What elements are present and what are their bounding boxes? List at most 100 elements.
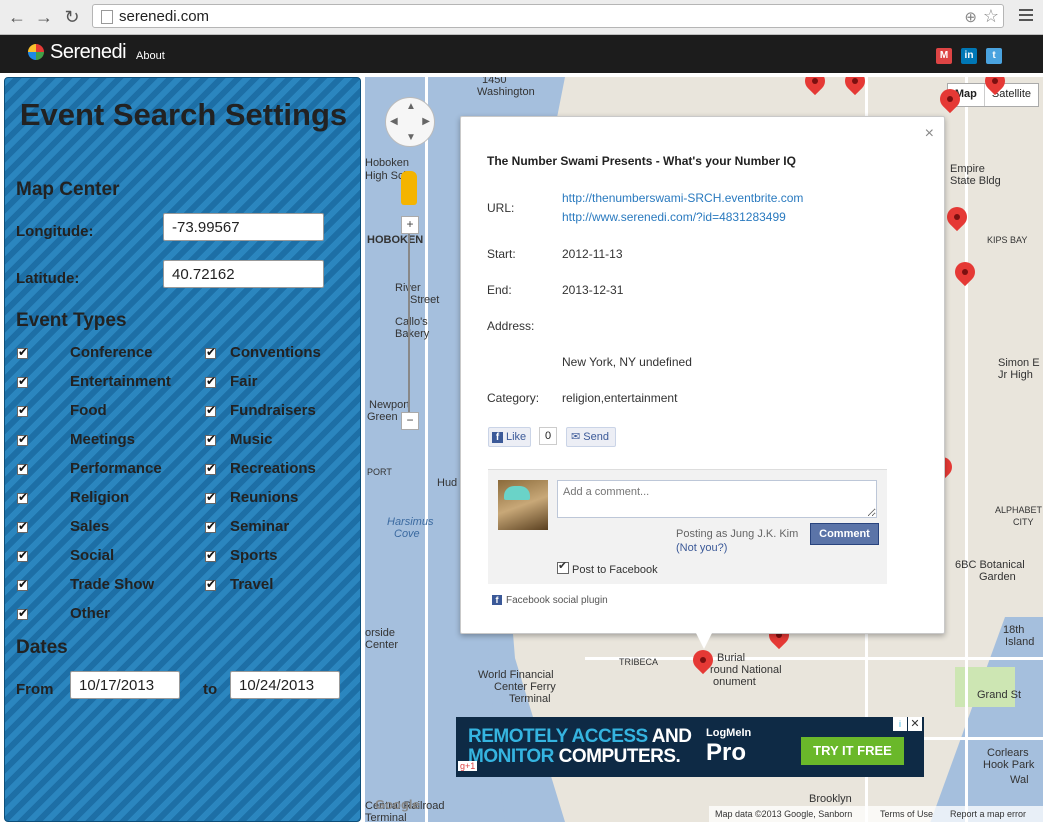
checkbox-social[interactable] (17, 548, 28, 562)
ad-info-icon[interactable]: i (893, 717, 907, 731)
close-icon[interactable]: × (925, 125, 934, 143)
forward-icon[interactable]: → (33, 6, 55, 28)
label-conventions: Conventions (230, 344, 321, 361)
street-view-pegman-icon[interactable] (401, 171, 417, 205)
info-window-pointer (695, 631, 713, 649)
checkbox-entertainment[interactable] (17, 374, 28, 388)
linkedin-icon[interactable]: in (961, 48, 977, 64)
facebook-comments-box: Posting as Jung J.K. Kim (Not you?) Comm… (488, 469, 887, 584)
twitter-icon[interactable]: t (986, 48, 1002, 64)
label-music: Music (230, 431, 273, 448)
facebook-like-button[interactable]: f Like (488, 427, 532, 447)
checkbox-trade-show[interactable] (17, 577, 28, 591)
map-label: Center Ferry (494, 681, 556, 693)
map-label: Empire (950, 163, 985, 175)
send-label: Send (583, 431, 609, 443)
map-label: World Financial (478, 669, 554, 681)
latitude-label: Latitude: (16, 270, 80, 287)
checkbox-conventions[interactable] (205, 345, 216, 359)
checkbox-other[interactable] (17, 606, 28, 620)
map-label: Bakery (395, 328, 430, 340)
map-label: Hook Park (983, 759, 1035, 771)
url-label: URL: (487, 201, 515, 215)
map-label: TRIBECA (619, 657, 659, 667)
map-label: Terminal (365, 812, 407, 822)
gmail-icon[interactable]: M (936, 48, 952, 64)
checkbox-travel[interactable] (205, 577, 216, 591)
checkbox-fair[interactable] (205, 374, 216, 388)
event-marker[interactable] (950, 257, 980, 287)
event-url-link[interactable]: http://thenumberswami-SRCH.eventbrite.co… (562, 191, 803, 205)
label-conference: Conference (70, 344, 153, 361)
pan-left-icon[interactable]: ◀ (390, 116, 398, 127)
map-label: 1450 (482, 77, 507, 86)
google-plus-one-button[interactable]: g+1 (458, 761, 478, 771)
address-value: New York, NY undefined (562, 355, 692, 369)
checkbox-icon[interactable] (557, 559, 569, 574)
map-label: Corlears (987, 747, 1029, 759)
bookmark-star-icon[interactable]: ☆ (983, 6, 999, 27)
map-label: Simon E (998, 357, 1040, 369)
post-to-facebook-checkbox[interactable]: Post to Facebook (557, 559, 658, 576)
serenedi-url-link[interactable]: http://www.serenedi.com/?id=4831283499 (562, 210, 786, 224)
checkbox-recreations[interactable] (205, 461, 216, 475)
checkbox-performance[interactable] (17, 461, 28, 475)
from-date-input[interactable] (70, 671, 180, 699)
map-label: Hud (437, 477, 458, 489)
address-bar[interactable]: serenedi.com ⊕ ☆ (92, 4, 1004, 28)
not-you-link[interactable]: (Not you?) (676, 542, 727, 554)
checkbox-food[interactable] (17, 403, 28, 417)
facebook-icon: f (492, 431, 503, 443)
site-logo[interactable]: Serenedi (50, 41, 127, 64)
pan-down-icon[interactable]: ▼ (406, 132, 416, 143)
category-label: Category: (487, 391, 540, 405)
ad-close-icon[interactable]: ✕ (908, 717, 922, 731)
longitude-input[interactable] (163, 213, 324, 241)
checkbox-religion[interactable] (17, 490, 28, 504)
pan-control[interactable]: ▲ ▼ ◀ ▶ (385, 97, 435, 147)
map-label: HOBOKEN (367, 234, 424, 246)
map-label: 18th (1003, 624, 1025, 636)
terms-of-use-link[interactable]: Terms of Use (880, 809, 933, 819)
address-label: Address: (487, 319, 535, 333)
map-label: State Bldg (950, 175, 1001, 187)
event-marker[interactable] (800, 77, 830, 96)
checkbox-fundraisers[interactable] (205, 403, 216, 417)
map-label: KIPS BAY (987, 235, 1028, 245)
to-date-input[interactable] (230, 671, 340, 699)
map-label: Cove (394, 528, 420, 540)
about-link[interactable]: About (136, 50, 165, 62)
try-it-free-button[interactable]: TRY IT FREE (801, 737, 904, 765)
checkbox-meetings[interactable] (17, 432, 28, 446)
fb-plugin-label: Facebook social plugin (506, 595, 608, 606)
advertisement-banner[interactable]: REMOTELY ACCESS AND MONITOR COMPUTERS. L… (456, 717, 924, 777)
comment-input[interactable] (557, 480, 877, 518)
checkbox-conference[interactable] (17, 345, 28, 359)
location-icon[interactable]: ⊕ (964, 8, 977, 26)
report-map-error-link[interactable]: Report a map error (950, 809, 1026, 819)
facebook-send-button[interactable]: ✉ Send (566, 427, 616, 447)
zoom-slider-track[interactable] (408, 234, 410, 414)
checkbox-sports[interactable] (205, 548, 216, 562)
reload-icon[interactable]: ↻ (61, 6, 83, 28)
from-label: From (16, 681, 54, 698)
checkbox-reunions[interactable] (205, 490, 216, 504)
start-label: Start: (487, 247, 516, 261)
facebook-plugin-credit[interactable]: f Facebook social plugin (492, 595, 608, 606)
map-label: PORT (367, 467, 392, 477)
checkbox-sales[interactable] (17, 519, 28, 533)
url-text[interactable]: serenedi.com (119, 8, 209, 25)
pan-up-icon[interactable]: ▲ (406, 101, 416, 112)
zoom-out-button[interactable]: − (401, 412, 419, 430)
back-icon[interactable]: ← (6, 6, 28, 28)
map-center-heading: Map Center (16, 179, 120, 200)
start-value: 2012-11-13 (562, 247, 623, 261)
label-food: Food (70, 402, 107, 419)
comment-button[interactable]: Comment (810, 523, 879, 545)
menu-icon[interactable] (1019, 9, 1033, 23)
pan-right-icon[interactable]: ▶ (422, 116, 430, 127)
latitude-input[interactable] (163, 260, 324, 288)
checkbox-music[interactable] (205, 432, 216, 446)
zoom-in-button[interactable]: + (401, 216, 419, 234)
checkbox-seminar[interactable] (205, 519, 216, 533)
